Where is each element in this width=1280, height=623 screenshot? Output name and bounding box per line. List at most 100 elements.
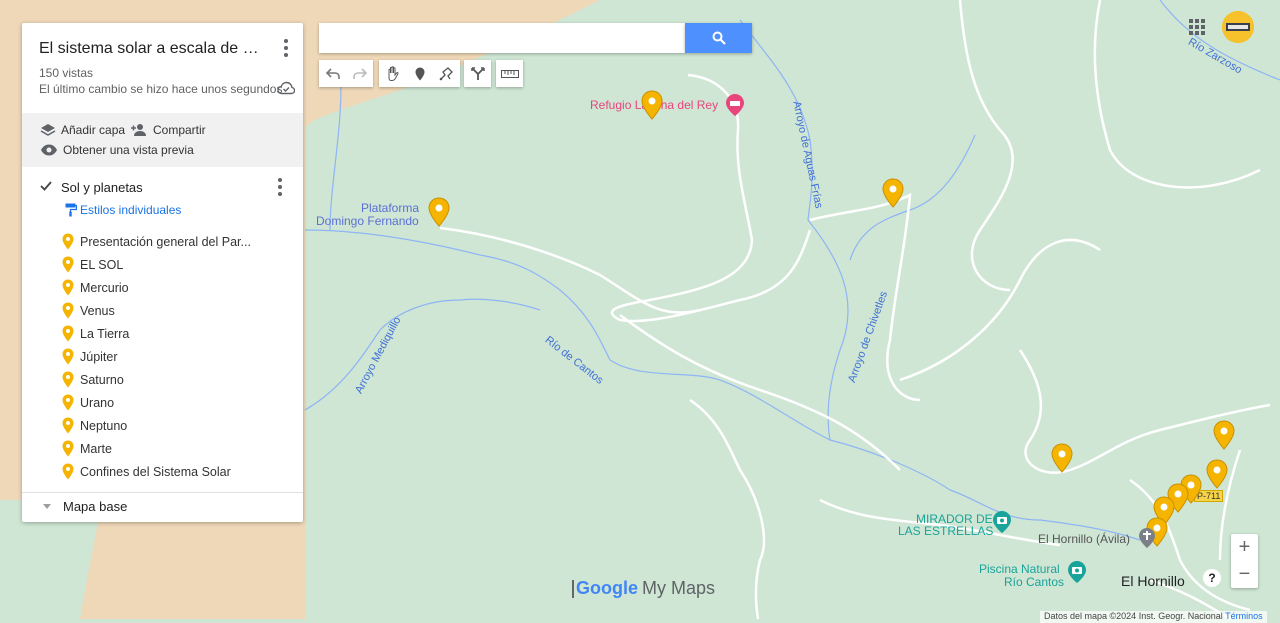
draw-line-icon: [439, 67, 453, 81]
list-item-label: Urano: [80, 395, 115, 410]
individual-styles-link[interactable]: Estilos individuales: [65, 203, 181, 217]
expand-arrow-icon: [43, 504, 51, 509]
add-directions-button[interactable]: [464, 60, 491, 87]
pin-icon: [62, 233, 74, 250]
list-item-label: La Tierra: [80, 326, 130, 341]
pin-icon: [62, 394, 74, 411]
redo-icon: [352, 67, 367, 79]
label-hornillo-avila[interactable]: El Hornillo (Ávila): [1038, 532, 1130, 546]
list-item[interactable]: Mercurio: [62, 276, 251, 299]
map-details-panel: El sistema solar a escala de El H... 150…: [22, 23, 303, 522]
avatar[interactable]: [1222, 11, 1254, 43]
pin-icon: [62, 325, 74, 342]
cloud-saved-icon: [277, 81, 295, 95]
list-item[interactable]: Saturno: [62, 368, 251, 391]
list-item-label: Neptuno: [80, 418, 128, 433]
terms-link[interactable]: Términos: [1225, 611, 1263, 621]
logo-google: Google: [576, 578, 638, 598]
avatar-image: [1222, 11, 1254, 43]
search-input[interactable]: [319, 23, 685, 53]
list-item[interactable]: Júpiter: [62, 345, 251, 368]
map-title[interactable]: El sistema solar a escala de El H...: [39, 40, 269, 58]
map-pin[interactable]: [1206, 459, 1228, 489]
eye-icon: [41, 144, 57, 156]
measure-button[interactable]: [496, 60, 523, 87]
help-button[interactable]: ?: [1203, 569, 1221, 587]
list-item[interactable]: Marte: [62, 437, 251, 460]
base-map-toggle[interactable]: Mapa base: [39, 499, 127, 514]
map-actions: Añadir capa Compartir Obtener una vista …: [22, 113, 303, 167]
map-pin[interactable]: [1051, 443, 1073, 473]
list-item[interactable]: Venus: [62, 299, 251, 322]
preview-button[interactable]: Obtener una vista previa: [40, 143, 194, 157]
map-pin[interactable]: [882, 178, 904, 208]
search-icon: [712, 31, 726, 45]
draw-line-button[interactable]: [433, 60, 460, 87]
search-button[interactable]: [685, 23, 752, 53]
pin-icon: [62, 440, 74, 457]
undo-button[interactable]: [319, 60, 346, 87]
pin-icon: [62, 302, 74, 319]
lodging-icon[interactable]: [725, 93, 745, 117]
layer-checkbox[interactable]: [39, 179, 53, 193]
redo-button[interactable]: [346, 60, 373, 87]
map-pin[interactable]: [641, 90, 663, 120]
label-plataforma-1[interactable]: Plataforma: [361, 201, 419, 215]
zoom-in-button[interactable]: +: [1231, 534, 1258, 561]
directions-icon: [470, 66, 485, 80]
undo-icon: [325, 67, 340, 79]
zoom-out-button[interactable]: −: [1231, 561, 1258, 588]
pin-icon: [62, 417, 74, 434]
map-pin[interactable]: [1213, 420, 1235, 450]
list-item-label: Saturno: [80, 372, 124, 387]
layers-icon: [40, 124, 56, 136]
google-my-maps-logo: Google My Maps: [572, 578, 715, 599]
tools-toolbar: [379, 60, 460, 87]
map-attribution: Datos del mapa ©2024 Inst. Geogr. Nacion…: [1040, 611, 1267, 623]
layer-options-button[interactable]: [268, 175, 292, 199]
apps-grid-icon[interactable]: [1188, 18, 1206, 36]
paint-roller-icon: [65, 203, 77, 217]
camera-icon[interactable]: [992, 510, 1012, 534]
label-piscina-2[interactable]: Río Cantos: [1004, 575, 1064, 589]
label-piscina-1[interactable]: Piscina Natural: [979, 562, 1060, 576]
views-count: 150 vistas: [39, 66, 94, 80]
list-item[interactable]: Neptuno: [62, 414, 251, 437]
list-item-label: Júpiter: [80, 349, 118, 364]
directions-toolbar: [464, 60, 491, 87]
person-add-icon: [131, 124, 146, 136]
list-item[interactable]: Presentación general del Par...: [62, 230, 251, 253]
list-item[interactable]: Confines del Sistema Solar: [62, 460, 251, 483]
more-vert-icon: [284, 38, 288, 59]
pin-icon: [62, 371, 74, 388]
list-item[interactable]: Urano: [62, 391, 251, 414]
church-icon[interactable]: [1138, 527, 1156, 549]
layer-title[interactable]: Sol y planetas: [61, 180, 143, 195]
share-button[interactable]: Compartir: [130, 123, 206, 137]
label-plataforma-2[interactable]: Domingo Fernando: [316, 214, 419, 228]
list-item-label: Confines del Sistema Solar: [80, 464, 231, 479]
pin-icon: [62, 279, 74, 296]
add-marker-button[interactable]: [406, 60, 433, 87]
list-item-label: EL SOL: [80, 257, 124, 272]
individual-styles-label: Estilos individuales: [80, 203, 182, 217]
add-layer-button[interactable]: Añadir capa: [40, 123, 125, 137]
ruler-icon: [500, 69, 519, 78]
list-item[interactable]: La Tierra: [62, 322, 251, 345]
history-toolbar: [319, 60, 373, 87]
label-mirador-2[interactable]: LAS ESTRELLAS: [898, 524, 993, 538]
attribution-text: Datos del mapa ©2024 Inst. Geogr. Nacion…: [1044, 611, 1223, 621]
measure-toolbar: [496, 60, 523, 87]
map-options-button[interactable]: [274, 36, 298, 60]
base-map-label: Mapa base: [63, 499, 128, 514]
map-pin[interactable]: [428, 197, 450, 227]
camera-icon[interactable]: [1067, 560, 1087, 584]
preview-label: Obtener una vista previa: [63, 143, 194, 157]
list-item[interactable]: EL SOL: [62, 253, 251, 276]
pin-icon: [62, 256, 74, 273]
pan-tool-button[interactable]: [379, 60, 406, 87]
label-hornillo[interactable]: El Hornillo: [1121, 573, 1185, 589]
zoom-control: + −: [1231, 534, 1258, 588]
last-change-text: El último cambio se hizo hace unos segun…: [39, 82, 283, 96]
pin-icon: [62, 348, 74, 365]
